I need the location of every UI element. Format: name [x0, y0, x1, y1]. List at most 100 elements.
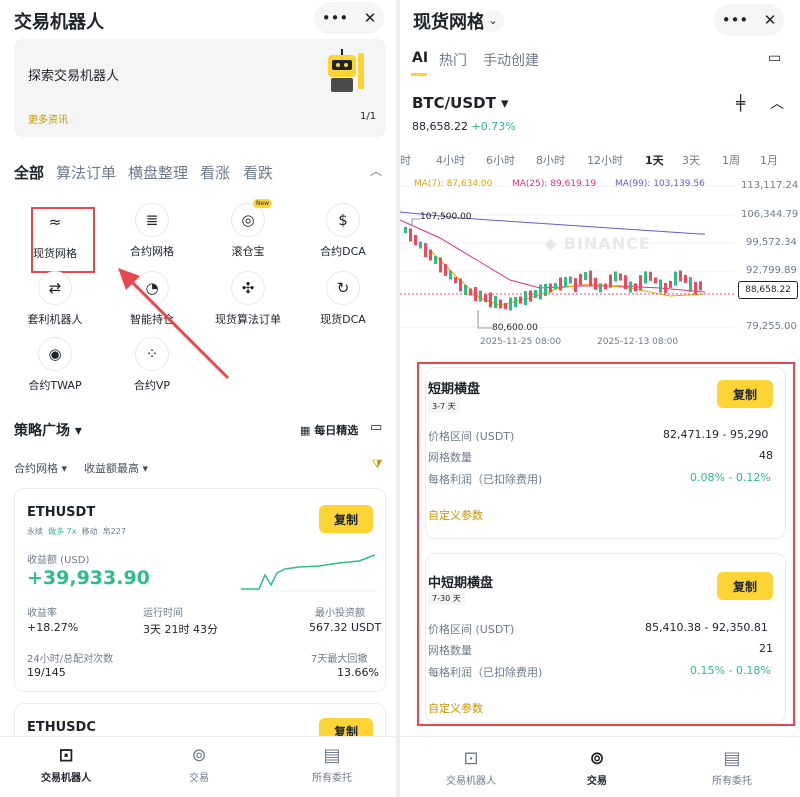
roi-label: 收益率 [27, 608, 57, 619]
orders-nav-icon: ▤ [323, 745, 341, 766]
price-chart[interactable]: MA(7): 87,634.00 MA(25): 89,619.19 MA(99… [400, 170, 800, 342]
new-badge: New [253, 199, 273, 208]
tag-copies: 帛227 [102, 527, 126, 536]
copy-button[interactable]: 复制 [717, 572, 773, 600]
filter-type[interactable]: 合约网格 ▾ [14, 460, 67, 476]
pair-selector[interactable]: BTC/USDT ▾ [412, 94, 509, 112]
tool-arbitrage[interactable]: ⇄ 套利机器人 [10, 271, 100, 327]
tool-twap[interactable]: ◉ 合约TWAP [10, 337, 100, 393]
low-annotation: 80,600.00 [492, 323, 538, 333]
grid-count-label: 网格数量 [428, 451, 472, 464]
grid-plan-card[interactable]: 短期横盘 3-7 天 复制 价格区间 (USDT) 82,471.19 - 95… [425, 367, 786, 539]
plan-title: 中短期横盘 [428, 576, 494, 591]
tab-sideways[interactable]: 横盘整理 [128, 162, 188, 183]
timeframe-item[interactable]: 3天 [682, 152, 700, 168]
timeframe-item[interactable]: 1周 [722, 152, 740, 168]
tab-algo-orders[interactable]: 算法订单 [56, 162, 116, 183]
high-annotation: 107,500.00 [420, 212, 472, 222]
copy-button[interactable]: 复制 [319, 505, 373, 533]
watermark-text: BINANCE [563, 234, 651, 253]
close-icon[interactable]: ✕ [764, 11, 777, 29]
card-symbol: ETHUSDT [27, 505, 96, 520]
more-icon[interactable]: ••• [322, 9, 349, 27]
timeframe-item[interactable]: 12小时 [587, 152, 623, 168]
candle [449, 270, 452, 280]
grid-plan-card[interactable]: 中短期横盘 7-30 天 复制 价格区间 (USDT) 85,410.38 - … [425, 553, 786, 723]
candle [434, 256, 437, 264]
pnl-sparkline [241, 554, 377, 592]
custom-params-link[interactable]: 自定义参数 [428, 700, 483, 716]
timeframe-item[interactable]: 6小时 [486, 152, 515, 168]
page-title: 现货网格 [413, 12, 485, 33]
daily-picks-label: 每日精选 [314, 424, 359, 437]
chevron-up-icon[interactable]: ︿ [770, 93, 784, 113]
book-icon[interactable]: ▭ [370, 420, 382, 435]
candle [649, 271, 652, 281]
filter-icon[interactable]: ⧩ [372, 457, 383, 472]
close-icon[interactable]: ✕ [364, 9, 377, 27]
tool-label: 滚仓宝 [231, 245, 265, 258]
price-range-label: 价格区间 (USDT) [428, 430, 515, 443]
banner-text: 探索交易机器人 [28, 69, 120, 84]
y-axis-label: 79,255.00 [746, 321, 797, 332]
more-icon[interactable]: ••• [722, 11, 749, 29]
candle [694, 281, 697, 294]
tab-manual[interactable]: 手动创建 [483, 50, 539, 70]
candle [404, 227, 407, 233]
profit-per-grid-label: 每格利润（已扣除费用) [428, 473, 543, 486]
filter-sort-label: 收益额最高 [84, 462, 139, 475]
chevron-down-icon[interactable]: ⌄ [482, 10, 504, 32]
custom-params-link[interactable]: 自定义参数 [428, 507, 483, 523]
nav-bots[interactable]: ⊡ 交易机器人 [26, 745, 106, 784]
candle [654, 277, 657, 284]
tab-popular[interactable]: 热门 [439, 50, 467, 70]
candlestick-icon[interactable]: ╪ [736, 94, 745, 112]
page-title: 交易机器人 [14, 12, 104, 33]
candle [574, 278, 577, 293]
promo-banner[interactable]: 探索交易机器人 更多资讯 1/1 [14, 39, 386, 137]
tool-futures-grid[interactable]: ≣ 合约网格 [107, 203, 197, 259]
book-icon[interactable]: ▭ [768, 50, 781, 66]
trade-nav-icon: ⊚ [589, 748, 605, 769]
copy-button[interactable]: 复制 [717, 380, 773, 408]
nav-label: 所有委托 [712, 776, 752, 787]
candle [689, 277, 692, 293]
y-axis-label: 92,799.89 [746, 265, 797, 276]
daily-picks-button[interactable]: ▦ 每日精选 [300, 422, 358, 438]
nav-trade[interactable]: ⊚ 交易 [159, 745, 239, 784]
nav-bots[interactable]: ⊡ 交易机器人 [431, 748, 511, 787]
timeframe-item[interactable]: 1月 [760, 152, 778, 168]
chevron-up-icon[interactable]: ︿ [370, 162, 382, 179]
filter-sort[interactable]: 收益额最高 ▾ [84, 460, 148, 476]
roi-value: +18.27% [27, 621, 79, 634]
filter-type-label: 合约网格 [14, 462, 58, 475]
tool-rollover[interactable]: ◎ 滚仓宝 New [203, 199, 293, 259]
nav-orders[interactable]: ▤ 所有委托 [692, 748, 772, 787]
tab-all[interactable]: 全部 [14, 162, 44, 183]
strategy-title[interactable]: 策略广场 ▾ [14, 420, 82, 440]
banner-more-link[interactable]: 更多资讯 [28, 111, 68, 126]
profit-per-grid-label: 每格利润（已扣除费用) [428, 666, 543, 679]
profit-per-grid-value: 0.15% - 0.18% [690, 664, 771, 677]
binance-watermark: ⬥ BINANCE [545, 234, 651, 253]
timeframe-item[interactable]: 4小时 [436, 152, 465, 168]
robot-icon [328, 49, 364, 92]
tab-bearish[interactable]: 看跌 [243, 162, 273, 183]
candle [484, 294, 487, 302]
nav-orders[interactable]: ▤ 所有委托 [292, 745, 372, 784]
timeframe-item[interactable]: 8小时 [536, 152, 565, 168]
candle [594, 277, 597, 290]
tool-spot-dca[interactable]: ↻ 现货DCA [298, 271, 388, 327]
tab-bullish[interactable]: 看涨 [200, 162, 230, 183]
chart-canvas [400, 185, 735, 329]
candle [519, 296, 522, 304]
candle [679, 270, 682, 282]
timeframe-item-active[interactable]: 1天 [645, 152, 664, 168]
tool-futures-dca[interactable]: $ 合约DCA [298, 203, 388, 259]
pnl-label: 收益额 (USD) [27, 555, 90, 566]
tab-ai[interactable]: AI [412, 50, 428, 66]
nav-trade[interactable]: ⊚ 交易 [557, 748, 637, 787]
strategy-card[interactable]: ETHUSDT 永续 做多 7x 移动 帛227 复制 收益额 (USD) +3… [14, 488, 386, 692]
timeframe-item[interactable]: 时 [400, 152, 411, 168]
runtime-value: 3天 21时 43分 [143, 623, 218, 636]
